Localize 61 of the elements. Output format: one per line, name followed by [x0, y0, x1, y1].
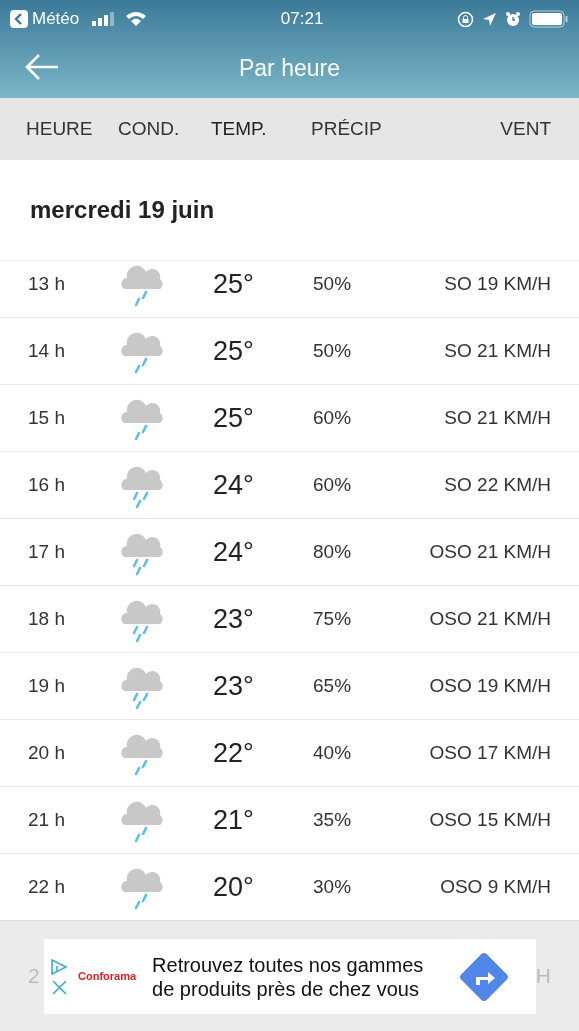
- row-temperature: 22°: [213, 737, 254, 768]
- row-hour: 14 h: [28, 339, 65, 361]
- back-app-label[interactable]: Météo: [32, 6, 80, 32]
- day-heading: mercredi 19 juin: [30, 195, 215, 225]
- row-temperature: 25°: [213, 335, 254, 366]
- column-header: HEURE: [26, 117, 93, 139]
- row-hour: 20 h: [28, 741, 65, 763]
- row-wind: SO 21 KM/H: [444, 339, 551, 361]
- location-icon: [482, 11, 497, 27]
- row-wind: SO 21 KM/H: [444, 406, 551, 428]
- row-precipitation: 60%: [313, 406, 352, 428]
- row-precipitation: 75%: [313, 607, 352, 629]
- clock-time: 07:21: [280, 8, 324, 31]
- column-header: COND.: [118, 117, 180, 139]
- row-wind: OSO 19 KM/H: [429, 674, 551, 696]
- column-header: VENT: [500, 117, 551, 139]
- row-precipitation: 50%: [313, 339, 352, 361]
- row-temperature: 25°: [213, 268, 254, 299]
- row-wind: SO 22 KM/H: [444, 473, 551, 495]
- row-hour: 18 h: [28, 607, 65, 629]
- row-wind: OSO 9 KM/H: [440, 875, 551, 897]
- wifi-icon: [125, 11, 148, 27]
- row-temperature: 21°: [213, 804, 254, 835]
- row-hour: 15 h: [28, 406, 65, 428]
- row-temperature: 20°: [213, 871, 254, 902]
- row-precipitation: 35%: [313, 808, 352, 830]
- row-wind: SO 19 KM/H: [444, 272, 551, 294]
- row-temperature: 23°: [213, 603, 254, 634]
- row-hour: 13 h: [28, 272, 65, 294]
- close-icon[interactable]: [51, 980, 67, 995]
- back-button[interactable]: [24, 52, 60, 82]
- column-header: PRÉCIP: [311, 117, 382, 139]
- row-wind: OSO 15 KM/H: [429, 808, 551, 830]
- row-wind: OSO 21 KM/H: [429, 607, 551, 629]
- row-hour: 21 h: [28, 808, 65, 830]
- row-precipitation: 40%: [313, 741, 352, 763]
- row-precipitation: 80%: [313, 540, 352, 562]
- row-hour: 19 h: [28, 674, 65, 696]
- ad-text: Retrouvez toutes nos gammes de produits près de chez vous: [152, 952, 425, 1001]
- row-hour: 16 h: [28, 473, 65, 495]
- back-app-icon[interactable]: [10, 10, 28, 28]
- alarm-icon: [505, 11, 521, 27]
- row-precipitation: 65%: [313, 674, 352, 696]
- row-temperature: 24°: [213, 469, 254, 500]
- battery-icon: [529, 10, 569, 28]
- page-title: Par heure: [239, 53, 340, 83]
- row-temperature: 23°: [213, 670, 254, 701]
- row-hour: 17 h: [28, 540, 65, 562]
- row-wind: OSO 17 KM/H: [429, 741, 551, 763]
- ad-banner[interactable]: Conforama Retrouvez toutes nos gammes de produits près de chez vous: [44, 939, 536, 1014]
- rotation-lock-icon: [457, 10, 474, 28]
- ad-brand: Conforama: [78, 969, 137, 985]
- row-wind: OSO 21 KM/H: [429, 540, 551, 562]
- row-temperature: 24°: [213, 536, 254, 567]
- row-hour: 22 h: [28, 875, 65, 897]
- column-header: TEMP.: [211, 117, 267, 139]
- row-precipitation: 30%: [313, 875, 352, 897]
- row-temperature: 25°: [213, 402, 254, 433]
- row-precipitation: 50%: [313, 272, 352, 294]
- row-precipitation: 60%: [313, 473, 352, 495]
- ad-info-icon[interactable]: [50, 958, 68, 976]
